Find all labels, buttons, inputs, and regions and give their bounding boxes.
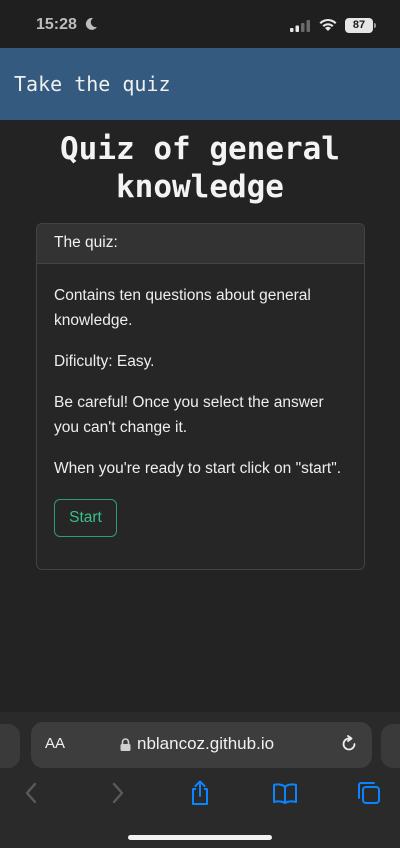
card-paragraph-difficulty: Dificulty: Easy. [54,353,155,370]
moon-icon [85,17,97,30]
wifi-icon [319,18,337,31]
site-header: Take the quiz [0,48,400,120]
previous-tab-preview[interactable] [0,724,20,768]
tabs-icon[interactable] [356,780,382,806]
quiz-card: The quiz: Contains ten questions about g… [36,223,365,570]
next-tab-preview[interactable] [381,724,400,768]
signal-icon [290,20,310,32]
address-bar[interactable]: AA nblancoz.github.io [31,722,372,768]
lock-icon [120,738,131,751]
card-body: Contains ten questions about general kno… [37,264,364,537]
status-bar: 15:28 87 [0,0,400,48]
card-paragraph-warning: Be careful! Once you select the answer y… [54,394,324,436]
card-header: The quiz: [37,224,364,264]
bookmarks-icon[interactable] [272,780,298,806]
header-title[interactable]: Take the quiz [14,72,171,96]
page-title: Quiz of general knowledge [60,131,340,205]
battery-icon: 87 [345,18,373,33]
start-button[interactable]: Start [54,499,117,537]
card-paragraph-questions: Contains ten questions about general kno… [54,287,311,329]
battery-cap [374,23,376,28]
url-text[interactable]: nblancoz.github.io [137,734,274,754]
home-indicator [128,835,272,840]
reload-icon[interactable] [340,735,358,753]
reader-settings-button[interactable]: AA [45,735,65,752]
forward-icon[interactable] [104,780,130,806]
share-icon[interactable] [187,780,213,806]
status-time: 15:28 [36,16,77,33]
back-icon[interactable] [19,780,45,806]
card-paragraph-instructions: When you're ready to start click on "sta… [54,460,342,477]
